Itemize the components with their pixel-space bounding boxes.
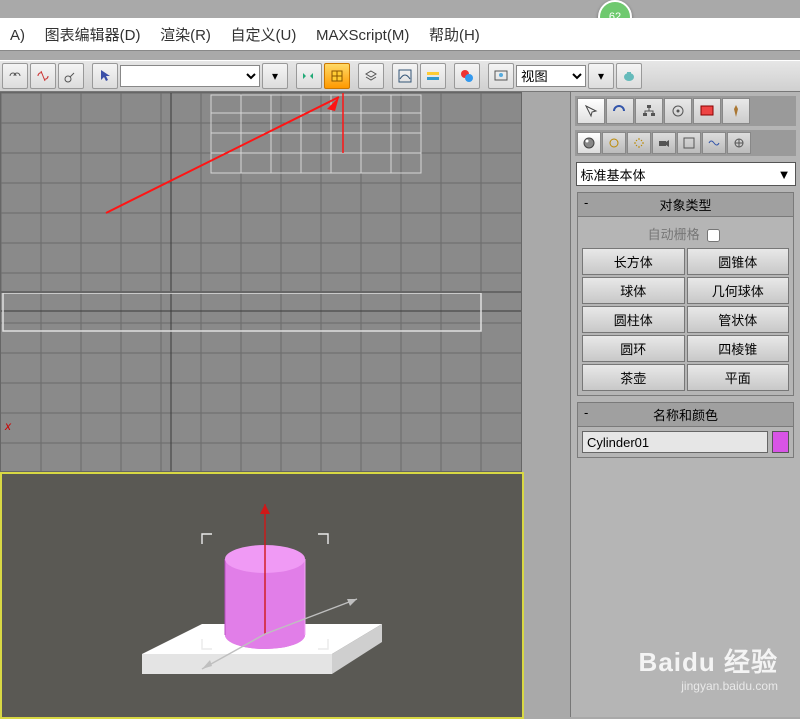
- primitive-type-label: 标准基本体: [581, 165, 646, 184]
- viewport-top[interactable]: [0, 92, 522, 292]
- btn-tube[interactable]: 管状体: [687, 306, 790, 333]
- tab-create-icon[interactable]: [577, 98, 605, 124]
- tool-unlink-icon[interactable]: [30, 63, 56, 89]
- sub-geometry-icon[interactable]: [577, 132, 601, 154]
- menu-item-maxscript[interactable]: MAXScript(M): [308, 21, 417, 50]
- watermark: Baidu 经验 jingyan.baidu.com: [639, 642, 778, 693]
- color-swatch[interactable]: [772, 431, 789, 453]
- sub-lights-icon[interactable]: [627, 132, 651, 154]
- btn-geosphere[interactable]: 几何球体: [687, 277, 790, 304]
- primitive-type-dropdown[interactable]: 标准基本体 ▼: [576, 162, 796, 186]
- auto-grid-label: 自动栅格: [648, 227, 700, 242]
- menu-item-a[interactable]: A): [2, 21, 33, 50]
- btn-torus[interactable]: 圆环: [582, 335, 685, 362]
- btn-plane[interactable]: 平面: [687, 364, 790, 391]
- btn-cone[interactable]: 圆锥体: [687, 248, 790, 275]
- chevron-down-icon: ▼: [778, 167, 791, 182]
- btn-teapot[interactable]: 茶壶: [582, 364, 685, 391]
- viewport-perspective[interactable]: [0, 472, 524, 719]
- menu-item-chart-editor[interactable]: 图表编辑器(D): [37, 18, 149, 51]
- menu-item-help[interactable]: 帮助(H): [421, 18, 488, 51]
- rollout-name-color: - 名称和颜色: [577, 402, 794, 458]
- tool-mirror-icon[interactable]: [296, 63, 322, 89]
- rollout-header-object-type[interactable]: - 对象类型: [578, 193, 793, 217]
- tool-material-icon[interactable]: [454, 63, 480, 89]
- rollout-object-type: - 对象类型 自动栅格 长方体 圆锥体 球体 几何球体 圆柱体 管状体 圆环 四棱…: [577, 192, 794, 396]
- tool-render-setup-icon[interactable]: [488, 63, 514, 89]
- tool-dropdown2-icon[interactable]: ▾: [588, 63, 614, 89]
- sub-cameras-icon[interactable]: [652, 132, 676, 154]
- tool-bind-icon[interactable]: [58, 63, 84, 89]
- object-name-input[interactable]: [582, 431, 768, 453]
- tool-curve-editor-icon[interactable]: [392, 63, 418, 89]
- viewport-front[interactable]: x: [0, 292, 522, 472]
- tab-display-icon[interactable]: [693, 98, 721, 124]
- menu-bar: A) 图表编辑器(D) 渲染(R) 自定义(U) MAXScript(M) 帮助…: [0, 18, 800, 51]
- auto-grid-checkbox[interactable]: [707, 229, 720, 242]
- render-view-dropdown[interactable]: 视图: [516, 65, 586, 87]
- axis-label-x: x: [5, 419, 11, 433]
- object-type-title: 对象类型: [659, 198, 711, 213]
- command-panel-tabs: [575, 96, 796, 126]
- minus-icon: -: [584, 405, 588, 420]
- watermark-url: jingyan.baidu.com: [639, 679, 778, 693]
- tool-dropdown-icon[interactable]: ▾: [262, 63, 288, 89]
- create-subcategories: [575, 130, 796, 156]
- rollout-header-name-color[interactable]: - 名称和颜色: [578, 403, 793, 427]
- sub-helpers-icon[interactable]: [677, 132, 701, 154]
- menu-item-customize[interactable]: 自定义(U): [223, 18, 305, 51]
- selection-filter-dropdown[interactable]: [120, 65, 260, 87]
- watermark-brand: Baidu 经验: [639, 642, 778, 679]
- tab-motion-icon[interactable]: [664, 98, 692, 124]
- sub-systems-icon[interactable]: [727, 132, 751, 154]
- sub-shapes-icon[interactable]: [602, 132, 626, 154]
- tab-utilities-icon[interactable]: [722, 98, 750, 124]
- menu-item-render[interactable]: 渲染(R): [152, 18, 219, 51]
- command-panel: 标准基本体 ▼ - 对象类型 自动栅格 长方体 圆锥体 球体 几何球体 圆柱体 管…: [570, 92, 800, 717]
- auto-grid-row: 自动栅格: [582, 221, 789, 248]
- tool-link-icon[interactable]: [2, 63, 28, 89]
- tool-schematic-icon[interactable]: [420, 63, 446, 89]
- name-color-title: 名称和颜色: [653, 408, 718, 423]
- tool-align-icon[interactable]: [324, 63, 350, 89]
- sub-spacewarps-icon[interactable]: [702, 132, 726, 154]
- tool-teapot-icon[interactable]: [616, 63, 642, 89]
- minus-icon: -: [584, 195, 588, 210]
- btn-box[interactable]: 长方体: [582, 248, 685, 275]
- main-toolbar: ▾ 视图 ▾: [0, 60, 800, 92]
- tab-modify-icon[interactable]: [606, 98, 634, 124]
- tab-hierarchy-icon[interactable]: [635, 98, 663, 124]
- btn-cylinder[interactable]: 圆柱体: [582, 306, 685, 333]
- btn-pyramid[interactable]: 四棱锥: [687, 335, 790, 362]
- tool-layers-icon[interactable]: [358, 63, 384, 89]
- btn-sphere[interactable]: 球体: [582, 277, 685, 304]
- tool-select-icon[interactable]: [92, 63, 118, 89]
